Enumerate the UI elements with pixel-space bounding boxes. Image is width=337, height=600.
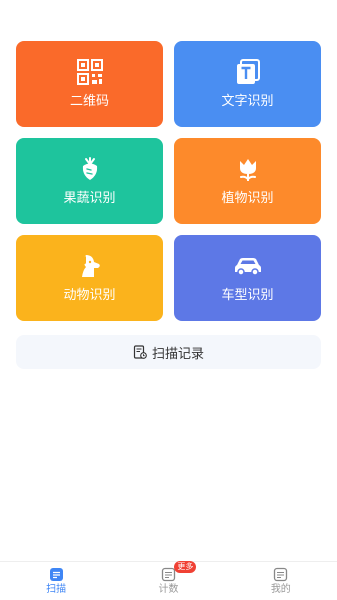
tile-label: 二维码 <box>69 94 109 109</box>
text-recognition-icon <box>234 58 262 86</box>
tile-label: 文字识别 <box>221 94 274 109</box>
tile-label: 果蔬识别 <box>63 191 116 206</box>
more-badge: 更多 <box>174 561 197 573</box>
tile-label: 车型识别 <box>221 288 274 303</box>
tab-label: 扫描 <box>46 584 67 595</box>
feature-grid: 二维码 文字识别 果蔬识别 植物识别 动物识别 车型识别 <box>16 41 321 321</box>
tile-plant-recognition[interactable]: 植物识别 <box>174 138 321 224</box>
bottom-tab-bar: 扫描 计数 更多 我的 <box>0 561 337 600</box>
tile-label: 动物识别 <box>63 288 116 303</box>
profile-tab-icon <box>273 566 289 582</box>
car-icon <box>234 252 262 280</box>
tile-vegetable-recognition[interactable]: 果蔬识别 <box>16 138 163 224</box>
tile-animal-recognition[interactable]: 动物识别 <box>16 235 163 321</box>
tab-label: 我的 <box>270 584 291 595</box>
scan-tab-icon <box>48 566 64 582</box>
vegetable-icon <box>76 155 104 183</box>
tile-label: 植物识别 <box>221 191 274 206</box>
tab-count[interactable]: 计数 更多 <box>112 561 224 600</box>
app-root: 二维码 文字识别 果蔬识别 植物识别 动物识别 车型识别 扫描记录 扫描 计数 … <box>0 0 337 600</box>
tile-car-recognition[interactable]: 车型识别 <box>174 235 321 321</box>
tile-text-recognition[interactable]: 文字识别 <box>174 41 321 127</box>
tile-qr-code[interactable]: 二维码 <box>16 41 163 127</box>
qr-code-icon <box>76 58 104 86</box>
tab-profile[interactable]: 我的 <box>225 562 337 600</box>
dog-icon <box>76 252 104 280</box>
scan-history-button[interactable]: 扫描记录 <box>16 335 321 369</box>
tab-label: 计数 <box>158 584 179 595</box>
tab-scan[interactable]: 扫描 <box>0 562 112 600</box>
history-doc-icon <box>133 345 147 359</box>
flower-icon <box>234 155 262 183</box>
scan-history-label: 扫描记录 <box>151 346 204 362</box>
